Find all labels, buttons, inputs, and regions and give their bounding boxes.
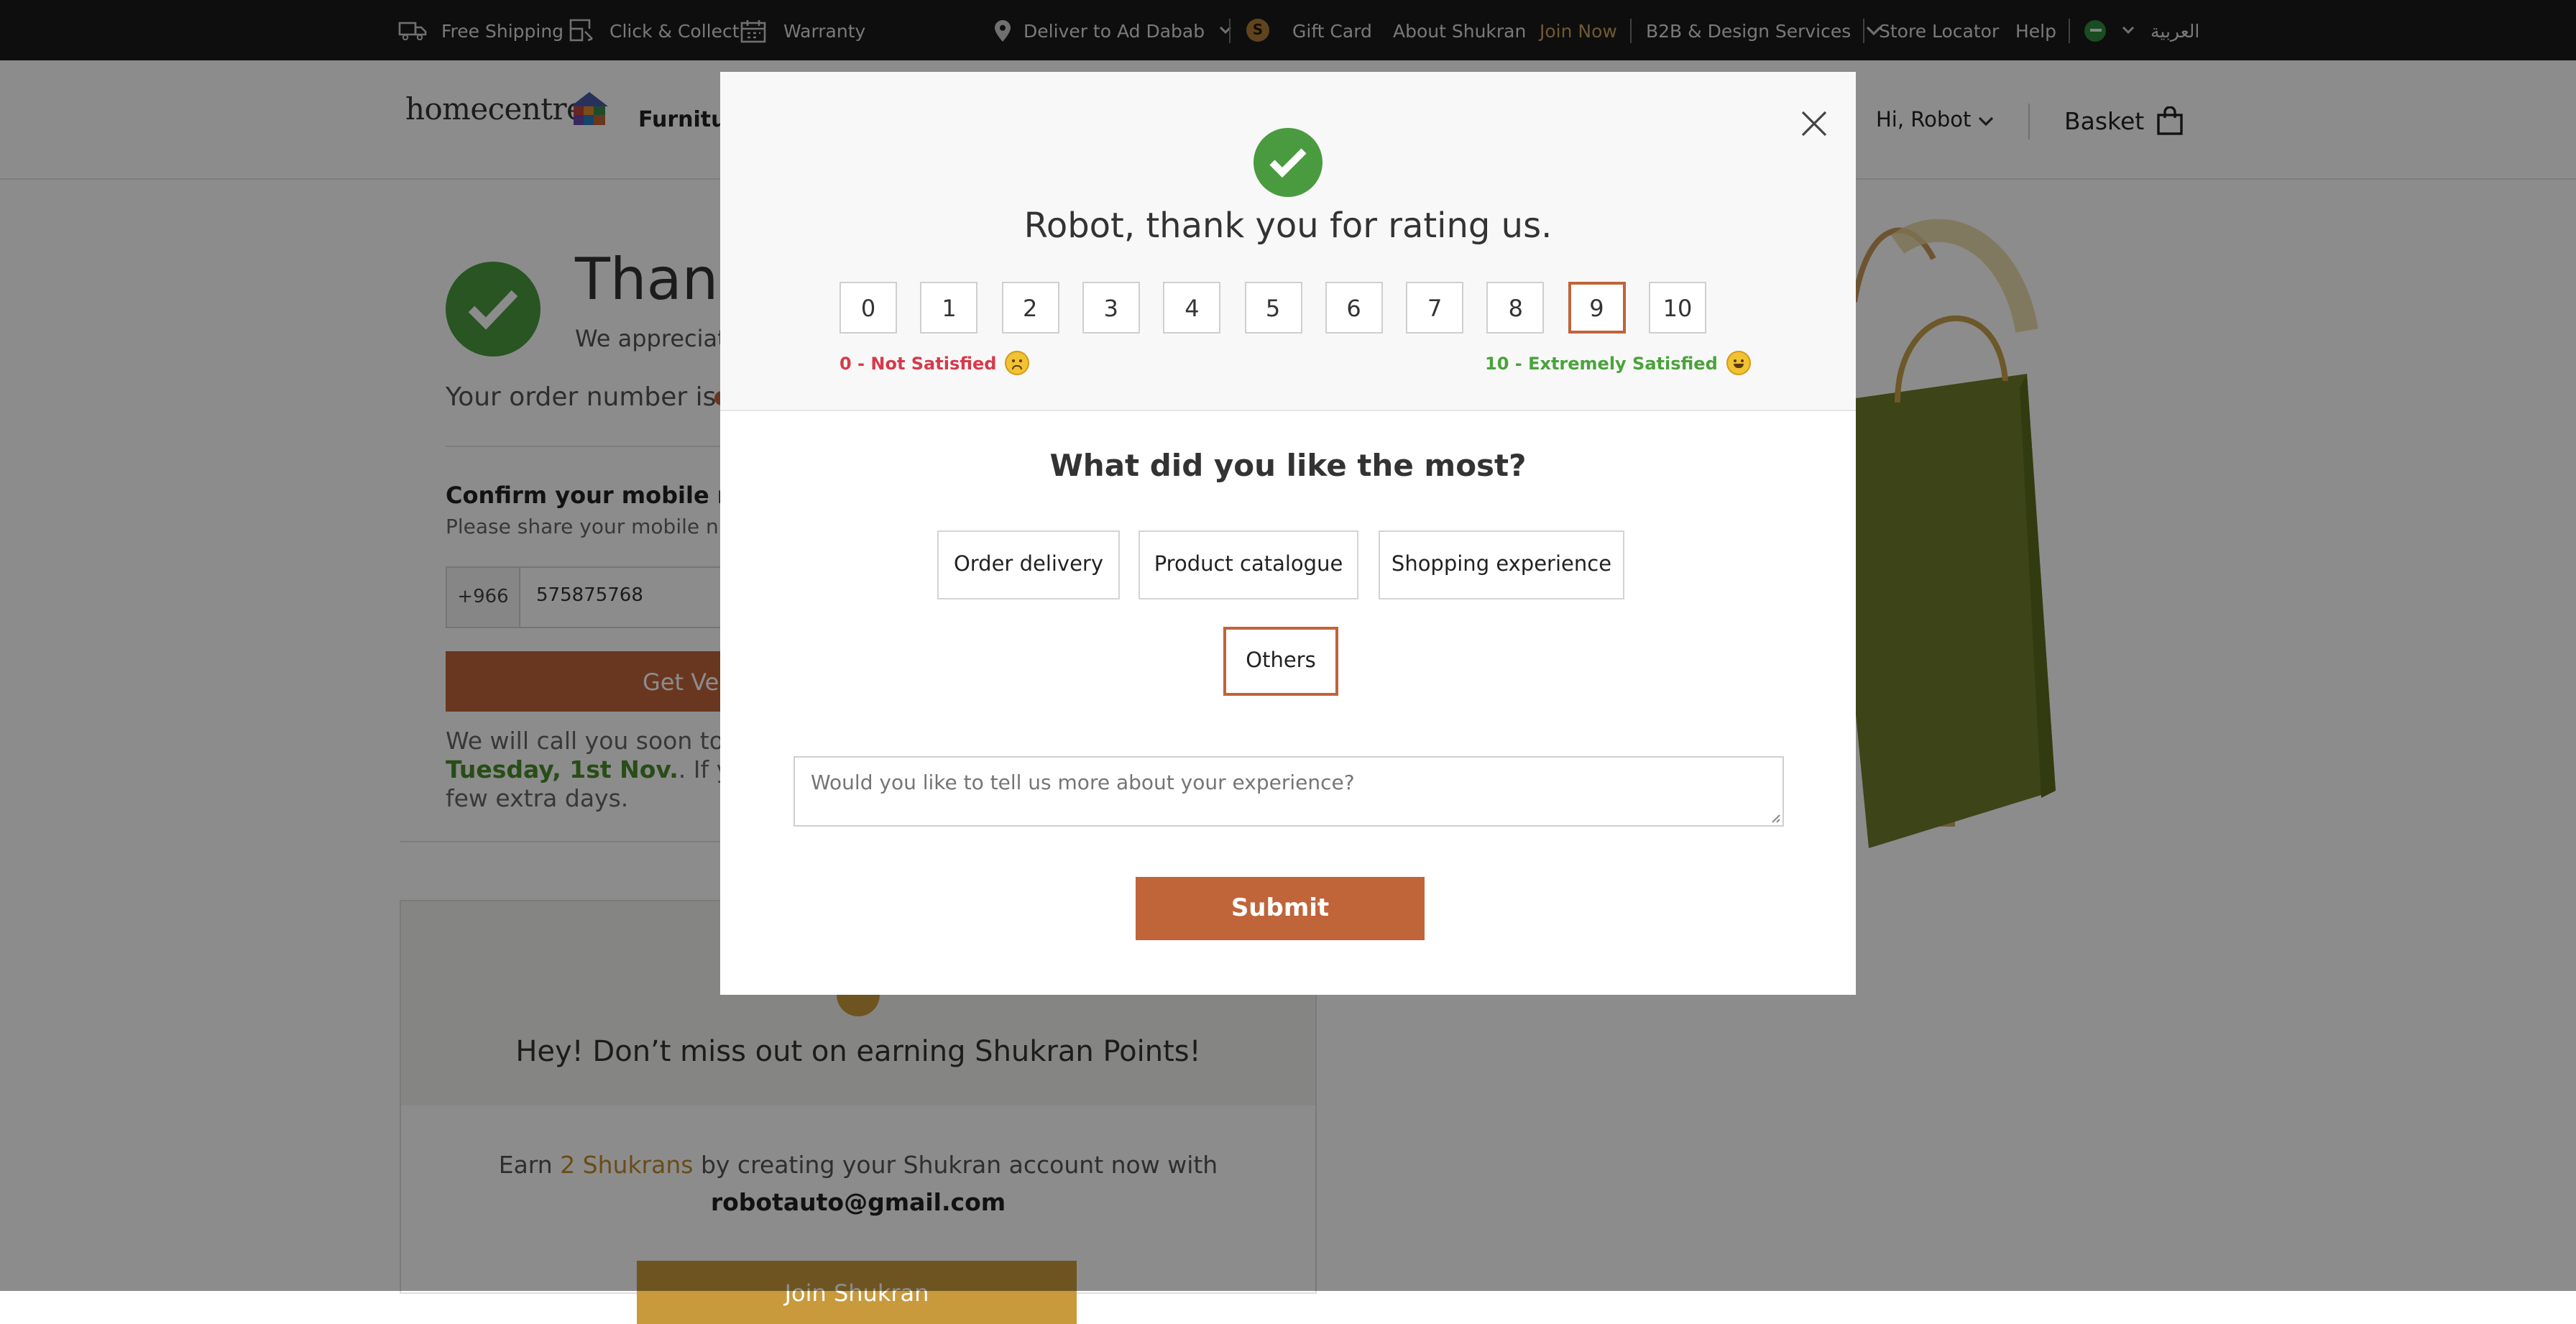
- sad-face-icon: [1005, 351, 1030, 375]
- checkmark-icon: [1254, 128, 1322, 197]
- rating-option-0[interactable]: 0: [840, 282, 897, 334]
- option-others[interactable]: Others: [1223, 627, 1338, 696]
- rating-option-10[interactable]: 10: [1649, 282, 1706, 334]
- rating-option-9[interactable]: 9: [1568, 282, 1626, 334]
- label-high-text: 10 - Extremely Satisfied: [1485, 353, 1718, 373]
- rating-option-2[interactable]: 2: [1001, 282, 1059, 334]
- rating-option-7[interactable]: 7: [1406, 282, 1464, 334]
- rating-option-8[interactable]: 8: [1486, 282, 1545, 334]
- rating-option-5[interactable]: 5: [1244, 282, 1302, 334]
- submit-button[interactable]: Submit: [1136, 877, 1425, 940]
- happy-face-icon: [1726, 351, 1751, 375]
- option-order-delivery[interactable]: Order delivery: [937, 530, 1120, 599]
- label-not-satisfied: 0 - Not Satisfied: [840, 351, 1030, 375]
- rating-option-6[interactable]: 6: [1325, 282, 1383, 334]
- option-shopping-experience[interactable]: Shopping experience: [1379, 530, 1624, 599]
- rating-option-1[interactable]: 1: [920, 282, 978, 334]
- resize-handle-icon[interactable]: [1771, 814, 1781, 824]
- rating-section: Robot, thank you for rating us. 01234567…: [720, 72, 1856, 411]
- modal-title: Robot, thank you for rating us.: [1024, 206, 1552, 246]
- option-product-catalogue[interactable]: Product catalogue: [1138, 530, 1358, 599]
- feedback-textarea[interactable]: [794, 756, 1784, 827]
- rating-modal: Robot, thank you for rating us. 01234567…: [720, 72, 1856, 995]
- label-extremely-satisfied: 10 - Extremely Satisfied: [1485, 351, 1751, 375]
- rating-option-3[interactable]: 3: [1082, 282, 1140, 334]
- like-most-title: What did you like the most?: [1049, 449, 1527, 483]
- close-icon[interactable]: [1801, 111, 1827, 137]
- rating-option-4[interactable]: 4: [1163, 282, 1221, 334]
- label-low-text: 0 - Not Satisfied: [840, 353, 997, 373]
